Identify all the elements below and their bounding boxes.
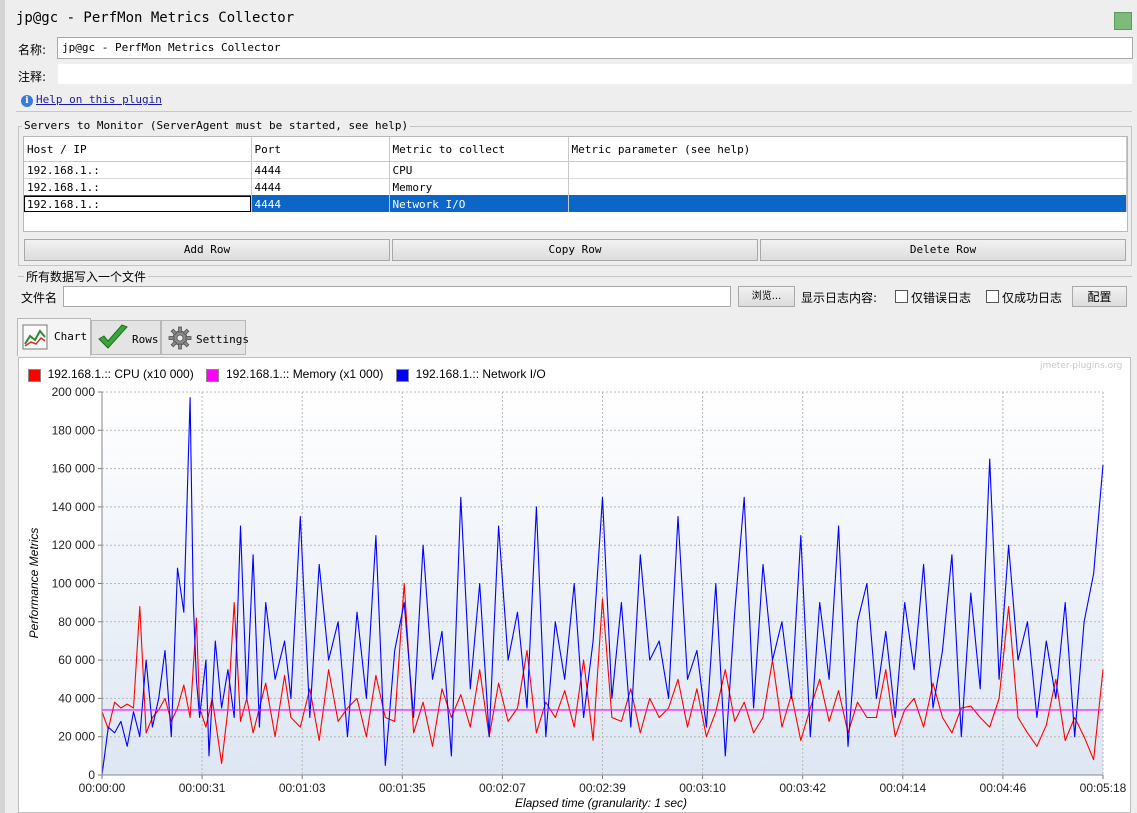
y-tick-label: 100 000 [52,577,96,591]
y-tick-label: 40 000 [58,691,95,705]
x-tick-label: 00:01:03 [279,781,326,795]
x-tick-label: 00:04:46 [980,781,1027,795]
y-tick-label: 200 000 [52,385,96,399]
performance-chart: 0 20 000 40 000 60 000 80 000 100 000 120 000 1… [27,385,1127,810]
y-tick-label: 60 000 [58,653,95,667]
x-tick-label: 00:01:35 [379,781,426,795]
y-axis-label: Performance Metrics [27,528,41,639]
x-tick-label: 00:00:00 [79,781,126,795]
y-tick-label: 80 000 [58,615,95,629]
y-tick-label: 20 000 [58,730,95,744]
x-tick-label: 00:03:10 [679,781,726,795]
x-tick-label: 00:04:14 [879,781,926,795]
x-tick-label: 00:02:39 [579,781,626,795]
x-tick-label: 00:03:42 [779,781,826,795]
x-tick-label: 00:00:31 [179,781,226,795]
y-tick-label: 180 000 [52,423,96,437]
y-tick-label: 140 000 [52,500,96,514]
x-axis-label: Elapsed time (granularity: 1 sec) [515,796,687,810]
x-tick-label: 00:05:18 [1080,781,1127,795]
x-tick-label: 00:02:07 [479,781,526,795]
y-tick-label: 120 000 [52,538,96,552]
y-tick-label: 0 [88,768,95,782]
y-tick-label: 160 000 [52,462,96,476]
